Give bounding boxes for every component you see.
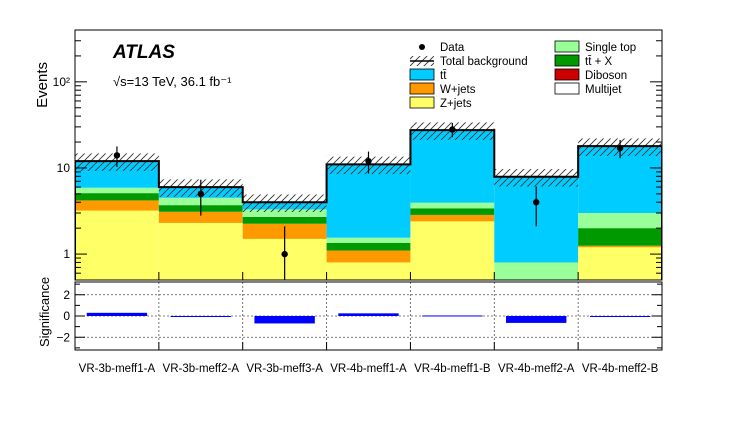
sig-bar-7 — [589, 316, 651, 317]
data-point-3 — [281, 250, 288, 258]
bar-4-series-3 — [326, 242, 411, 251]
sig-bar-3 — [254, 316, 315, 324]
x-tick-label-5: VR-4b-meff1-B — [414, 363, 491, 375]
y-tick-label-1: 1 — [63, 247, 70, 261]
significance-axis-label: Significance — [37, 277, 52, 347]
legend-label-b-1: Single top — [585, 42, 636, 54]
legend-swatch-a-4 — [409, 82, 435, 95]
data-point-1 — [113, 152, 121, 159]
data-point-6 — [533, 199, 540, 206]
bar-1-series-4 — [75, 187, 159, 194]
sig-tick-label-1: 2 — [63, 288, 70, 302]
bar-5-series-2 — [410, 214, 495, 222]
x-tick-label-4: VR-4b-meff1-A — [330, 363, 407, 375]
bar-4-series-4 — [326, 237, 411, 243]
legend-label-b-3: Diboson — [585, 70, 627, 82]
bar-4-series-1 — [326, 262, 411, 280]
legend-swatch-b-1 — [554, 40, 580, 53]
significance-bars — [75, 282, 662, 350]
legend-label-a-1: Data — [440, 42, 465, 54]
x-tick-label-3: VR-3b-meff3-A — [246, 363, 323, 375]
legend-swatch-a-5 — [409, 96, 435, 109]
legend-swatch-b-4 — [554, 82, 580, 95]
bar-2-series-1 — [158, 222, 243, 280]
x-tick-label-6: VR-4b-meff2-A — [498, 363, 575, 375]
sig-bar-2 — [170, 316, 231, 317]
band-6 — [494, 169, 579, 187]
bar-1-series-2 — [75, 200, 159, 211]
sig-bar-6 — [506, 316, 567, 323]
bar-4-series-2 — [326, 250, 411, 263]
legend-data-marker — [419, 44, 425, 50]
sig-tick-label-2: 0 — [63, 309, 70, 323]
bar-1-series-3 — [75, 193, 159, 201]
bar-6-series-4 — [494, 262, 579, 280]
bar-1-series-1 — [75, 210, 159, 280]
atlas-label: ATLAS — [112, 42, 175, 63]
legend-label-b-2: tt̄ + X — [585, 56, 612, 68]
legend-swatch-b-2 — [554, 54, 580, 67]
legend-label-a-3: tt̄ — [440, 70, 447, 82]
bar-7-series-3 — [578, 228, 662, 246]
legend-label-a-5: Z+jets — [440, 98, 472, 110]
data-point-2 — [197, 190, 204, 198]
bar-7-series-1 — [578, 247, 662, 280]
band-3 — [242, 194, 327, 213]
x-tick-label-2: VR-3b-meff2-A — [163, 363, 240, 375]
y-tick-label-2: 10 — [57, 161, 71, 175]
x-tick-label-1: VR-3b-meff1-A — [79, 363, 156, 375]
sig-bar-5 — [422, 315, 483, 317]
bar-5-series-4 — [410, 202, 495, 209]
chart: 1 10 10² 2 0 −2 Events Significance ATLAS √s=… — [34, 29, 663, 375]
bar-3-series-3 — [242, 216, 327, 224]
bar-7-series-4 — [578, 212, 662, 229]
sig-bar-4 — [338, 313, 399, 316]
data-point-4 — [365, 157, 372, 165]
bar-5-series-3 — [410, 208, 495, 215]
legend: Data Total background tt̄ W+jets Z+jets Singl… — [409, 40, 636, 110]
x-tick-label-7: VR-4b-meff2-B — [582, 363, 659, 375]
bar-5-series-1 — [410, 221, 495, 280]
legend-label-b-4: Multijet — [585, 84, 622, 96]
bar-7-series-2 — [578, 245, 662, 248]
y-axis-label: Events — [34, 62, 51, 108]
data-point-5 — [449, 126, 456, 133]
x-tick-labels: VR-3b-meff1-A VR-3b-meff2-A VR-3b-meff3-A V… — [79, 363, 659, 375]
bar-4-series-5 — [326, 164, 411, 238]
legend-swatch-a-3 — [409, 68, 435, 81]
data-point-7 — [616, 144, 624, 152]
sig-tick-label-3: −2 — [56, 330, 70, 344]
bar-5-series-5 — [410, 130, 495, 203]
sig-bar-1 — [86, 312, 148, 316]
energy-lumi-label: √s=13 TeV, 36.1 fb⁻¹ — [113, 74, 232, 89]
y-tick-label-3: 10² — [53, 75, 70, 89]
legend-label-a-2: Total background — [440, 56, 528, 68]
legend-label-a-4: W+jets — [440, 84, 476, 96]
legend-swatch-b-3 — [554, 68, 580, 81]
